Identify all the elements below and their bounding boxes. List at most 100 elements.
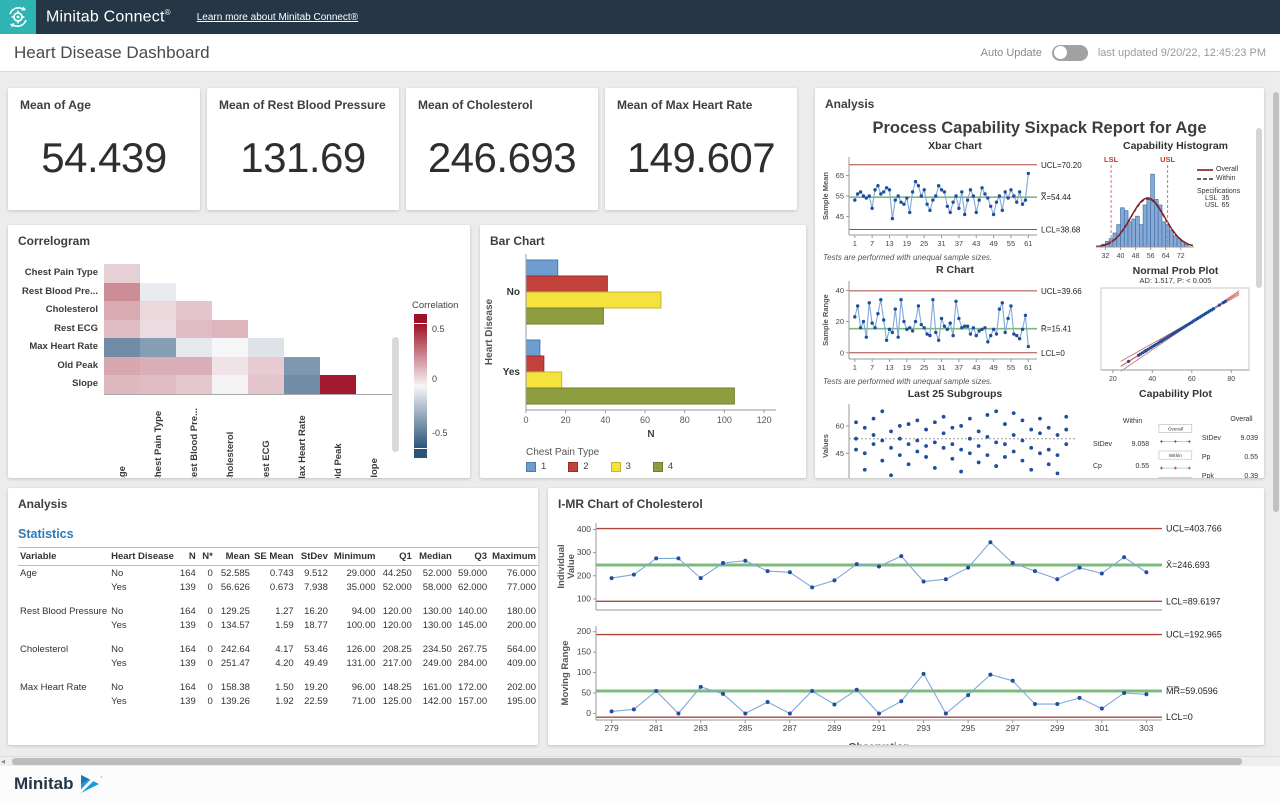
svg-text:1: 1	[853, 239, 857, 248]
stats-col-header: Variable	[18, 548, 109, 566]
minitab-arrow-logo-icon	[80, 775, 100, 793]
kpi-label: Mean of Rest Blood Pressure	[207, 88, 399, 112]
stats-col-header: Heart Disease	[109, 548, 176, 566]
correlogram-cell[interactable]	[104, 264, 140, 283]
correlogram-cell[interactable]	[176, 338, 212, 357]
vertical-scrollbar[interactable]	[1272, 72, 1280, 756]
scroll-left-arrow[interactable]: ◂	[1, 757, 5, 766]
svg-text:48: 48	[1132, 253, 1140, 260]
legend-item[interactable]: 1	[526, 461, 546, 472]
xbar-chart-title: Xbar Chart	[819, 140, 1091, 152]
legend-item[interactable]: 4	[653, 461, 673, 472]
correlogram-cell[interactable]	[176, 357, 212, 376]
svg-text:60: 60	[1188, 376, 1196, 383]
svg-text:Yes: Yes	[503, 367, 521, 378]
auto-update-toggle[interactable]	[1052, 45, 1088, 61]
svg-text:M̅R̅=59.0596: M̅R̅=59.0596	[1166, 686, 1218, 696]
correlogram-cell[interactable]	[104, 283, 140, 302]
correlogram-cell[interactable]	[248, 338, 284, 357]
correlogram-cell[interactable]	[140, 283, 176, 302]
horizontal-scrollbar[interactable]: ◂	[0, 756, 1280, 765]
svg-text:R̄=15.41: R̄=15.41	[1041, 325, 1072, 334]
capability-plot: WithinStDev9.058Cp0.55Cpk0.39PPM137752.6…	[1091, 402, 1260, 478]
panel-title: Bar Chart	[480, 225, 806, 252]
correlogram-cell[interactable]	[176, 301, 212, 320]
correlogram-cell[interactable]	[140, 357, 176, 376]
kpi-value: 131.69	[207, 134, 399, 182]
svg-text:20: 20	[836, 317, 844, 326]
imr-chart-panel: I-MR Chart of Cholesterol UCL=403.766X̄=…	[548, 488, 1264, 745]
correlogram-col-label: Old Peak	[333, 398, 344, 478]
correlogram-cell[interactable]	[212, 320, 248, 339]
dashboard-header: Heart Disease Dashboard Auto Update last…	[0, 34, 1280, 72]
correlogram-cell[interactable]	[248, 357, 284, 376]
legend-item[interactable]: 3	[611, 461, 631, 472]
panel-title: Analysis	[8, 488, 538, 515]
svg-text:Value: Value	[566, 554, 577, 579]
minitab-connect-logo[interactable]	[0, 0, 36, 34]
sixpack-report-title: Process Capability Sixpack Report for Ag…	[815, 119, 1264, 138]
svg-text:32: 32	[1102, 253, 1110, 260]
sixpack-scrollbar[interactable]	[1256, 128, 1262, 288]
correlogram-cell[interactable]	[104, 357, 140, 376]
r-note: Tests are performed with unequal sample …	[823, 377, 1091, 386]
r-chart: UCL=39.66R̄=15.41LCL=0020401713192531374…	[819, 276, 1091, 377]
svg-text:20: 20	[1109, 376, 1117, 383]
correlogram-cell[interactable]	[212, 357, 248, 376]
svg-text:40: 40	[1117, 253, 1125, 260]
svg-text:19: 19	[903, 239, 911, 248]
auto-update-label: Auto Update	[981, 47, 1042, 59]
table-row: CholesterolNo1640242.644.1753.46126.0020…	[18, 642, 538, 656]
correlogram-cell[interactable]	[104, 338, 140, 357]
correlogram-row-label: Max Heart Rate	[12, 338, 98, 357]
svg-text:49: 49	[989, 363, 997, 372]
correlogram-cell[interactable]	[140, 375, 176, 394]
capability-plot-title: Capability Plot	[1091, 388, 1260, 400]
svg-text:19: 19	[903, 363, 911, 372]
correlogram-cell[interactable]	[248, 375, 284, 394]
svg-text:55: 55	[836, 192, 844, 201]
correlogram-scrollbar[interactable]	[392, 337, 399, 452]
stats-col-header: N	[176, 548, 198, 566]
svg-text:301: 301	[1095, 723, 1109, 733]
sync-gear-icon	[7, 6, 29, 28]
panel-title: I-MR Chart of Cholesterol	[548, 488, 1264, 515]
learn-more-link[interactable]: Learn more about Minitab Connect®	[197, 12, 358, 23]
kpi-value: 54.439	[8, 134, 200, 182]
correlogram-cell[interactable]	[176, 375, 212, 394]
correlogram-cell[interactable]	[104, 320, 140, 339]
correlogram-cell[interactable]	[212, 375, 248, 394]
stats-col-header: Q1	[378, 548, 414, 566]
correlogram-cell[interactable]	[140, 301, 176, 320]
correlogram-cell[interactable]	[140, 338, 176, 357]
svg-text:13: 13	[885, 239, 893, 248]
correlogram-cell[interactable]	[104, 375, 140, 394]
svg-text:300: 300	[577, 547, 591, 557]
correlogram-cell[interactable]	[212, 338, 248, 357]
correlogram-row-label: Rest ECG	[12, 320, 98, 339]
legend-title: Chest Pain Type	[526, 447, 806, 458]
legend-item[interactable]: 2	[568, 461, 588, 472]
correlogram-cell[interactable]	[140, 320, 176, 339]
hscroll-thumb[interactable]	[12, 758, 1242, 765]
svg-text:120: 120	[757, 415, 772, 425]
statistics-table: VariableHeart DiseaseNN*MeanSE MeanStDev…	[18, 547, 538, 708]
correlogram-cell[interactable]	[104, 301, 140, 320]
svg-text:285: 285	[738, 723, 752, 733]
svg-text:293: 293	[916, 723, 930, 733]
correlogram-cell[interactable]	[284, 357, 320, 376]
stats-col-header: SE Mean	[252, 548, 296, 566]
vscroll-thumb[interactable]	[1273, 92, 1279, 512]
svg-text:80: 80	[680, 415, 690, 425]
correlogram-cell[interactable]	[320, 375, 356, 394]
svg-text:55: 55	[1007, 363, 1015, 372]
svg-text:40: 40	[1148, 376, 1156, 383]
normal-prob-plot-subtitle: AD: 1.517, P: < 0.005	[1091, 276, 1260, 285]
r-chart-title: R Chart	[819, 264, 1091, 276]
correlogram-cell[interactable]	[176, 320, 212, 339]
correlogram-cell[interactable]	[284, 375, 320, 394]
svg-text:0: 0	[840, 348, 844, 357]
table-row: Yes1390251.474.2049.49131.00217.00249.00…	[18, 656, 538, 670]
svg-text:N: N	[647, 429, 654, 440]
svg-text:Overall: Overall	[1168, 426, 1183, 432]
